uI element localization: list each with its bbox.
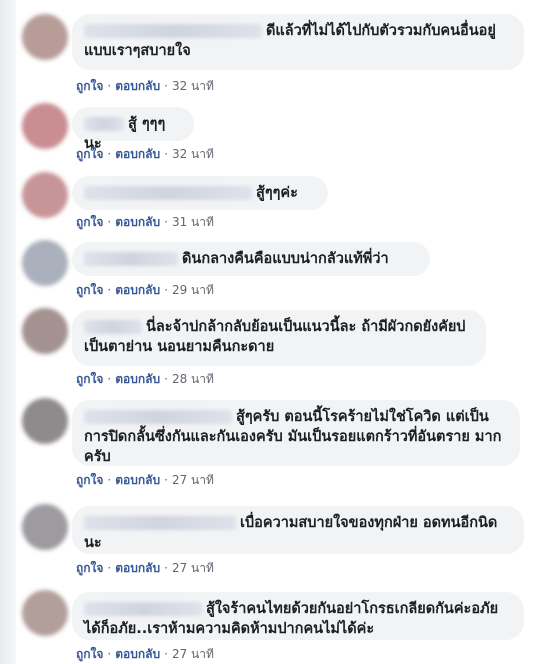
comment-time[interactable]: 27 นาที [172, 473, 214, 487]
comment-actions: ถูกใจ · ตอบกลับ · 27 นาที [76, 473, 214, 487]
avatar[interactable] [22, 14, 68, 60]
comment-time[interactable]: 27 นาที [172, 561, 214, 575]
like-link[interactable]: ถูกใจ [76, 79, 103, 93]
like-link[interactable]: ถูกใจ [76, 561, 103, 575]
avatar[interactable] [22, 103, 68, 149]
avatar[interactable] [22, 398, 68, 444]
comment-actions: ถูกใจ · ตอบกลับ · 27 นาที [76, 647, 214, 661]
comment-bubble: ดีแล้วที่ไม่ได้ไปกับตัวรวมกับคนอื่นอยู่ … [72, 14, 524, 70]
comment-bubble: นี่ละจ้าบ่กล้ากลับย้อนเป็นแนวนี้ละ ถ้ามี… [72, 310, 486, 366]
reply-link[interactable]: ตอบกลับ [115, 283, 160, 297]
commenter-name[interactable] [84, 252, 178, 266]
avatar[interactable] [22, 308, 68, 354]
avatar[interactable] [22, 504, 68, 550]
reply-link[interactable]: ตอบกลับ [115, 473, 160, 487]
comment-actions: ถูกใจ · ตอบกลับ · 32 นาที [76, 79, 214, 93]
avatar[interactable] [22, 240, 68, 286]
like-link[interactable]: ถูกใจ [76, 215, 103, 229]
comment-time[interactable]: 27 นาที [172, 647, 214, 661]
comment-bubble: เบื่อความสบายใจของทุกฝ่าย อดทนอีกนิด นะ [72, 506, 524, 554]
commenter-name[interactable] [84, 602, 202, 616]
comment-actions: ถูกใจ · ตอบกลับ · 27 นาที [76, 561, 214, 575]
comment-bubble: สู้ ๆๆๆนะ [72, 107, 194, 152]
like-link[interactable]: ถูกใจ [76, 147, 103, 161]
comment-time[interactable]: 32 นาที [172, 147, 214, 161]
commenter-name[interactable] [84, 410, 232, 424]
reply-link[interactable]: ตอบกลับ [115, 647, 160, 661]
comment-actions: ถูกใจ · ตอบกลับ · 29 นาที [76, 283, 214, 297]
reply-link[interactable]: ตอบกลับ [115, 215, 160, 229]
like-link[interactable]: ถูกใจ [76, 647, 103, 661]
avatar[interactable] [22, 172, 68, 218]
comment-text: ดินกลางคืนคือแบบน่ากลัวแท้พี่ว่า [182, 251, 389, 267]
left-edge-strip [0, 0, 16, 664]
comment-time[interactable]: 31 นาที [172, 215, 214, 229]
comment-text: สู้ๆๆค่ะ [256, 185, 298, 201]
comment-actions: ถูกใจ · ตอบกลับ · 32 นาที [76, 147, 214, 161]
reply-link[interactable]: ตอบกลับ [115, 561, 160, 575]
reply-link[interactable]: ตอบกลับ [115, 147, 160, 161]
reply-link[interactable]: ตอบกลับ [115, 79, 160, 93]
comment-time[interactable]: 29 นาที [172, 283, 214, 297]
comment-bubble: สู้ใจร้าคนไทยด้วยกันอย่าโกรธเกลียดกันค่ะ… [72, 592, 524, 640]
comment-actions: ถูกใจ · ตอบกลับ · 28 นาที [76, 372, 214, 386]
commenter-name[interactable] [84, 516, 236, 530]
comment-bubble: สู้ๆครับ ตอนนี้โรคร้ายไม่ใช่โควิด แต่เป็… [72, 400, 520, 466]
comment-time[interactable]: 28 นาที [172, 372, 214, 386]
like-link[interactable]: ถูกใจ [76, 283, 103, 297]
comment-time[interactable]: 32 นาที [172, 79, 214, 93]
comment-bubble: สู้ๆๆค่ะ [72, 176, 328, 210]
avatar[interactable] [22, 590, 68, 636]
commenter-name[interactable] [84, 320, 142, 334]
like-link[interactable]: ถูกใจ [76, 473, 103, 487]
commenter-name[interactable] [84, 186, 252, 200]
commenter-name[interactable] [84, 117, 124, 131]
like-link[interactable]: ถูกใจ [76, 372, 103, 386]
comment-bubble: ดินกลางคืนคือแบบน่ากลัวแท้พี่ว่า [72, 242, 430, 276]
reply-link[interactable]: ตอบกลับ [115, 372, 160, 386]
commenter-name[interactable] [84, 24, 262, 38]
comment-actions: ถูกใจ · ตอบกลับ · 31 นาที [76, 215, 214, 229]
